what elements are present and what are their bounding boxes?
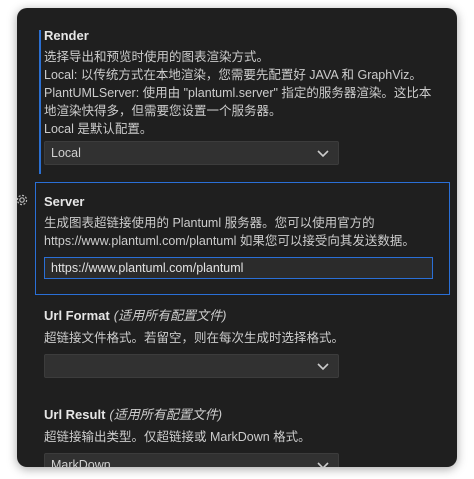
url-result-select[interactable]: MarkDown xyxy=(44,453,339,467)
url-result-select-value: MarkDown xyxy=(51,458,111,467)
url-format-select[interactable] xyxy=(44,354,339,378)
server-description: 生成图表超链接使用的 Plantuml 服务器。您可以使用官方的 https:/… xyxy=(44,216,415,248)
modified-indicator xyxy=(39,30,41,174)
url-format-title: Url Format (适用所有配置文件) xyxy=(44,308,226,324)
server-title: Server xyxy=(44,194,85,209)
render-select-value: Local xyxy=(51,146,81,160)
render-description: 选择导出和预览时使用的图表渲染方式。 Local: 以传统方式在本地渲染，您需要… xyxy=(44,50,432,136)
settings-window: Render 选择导出和预览时使用的图表渲染方式。 Local: 以传统方式在本… xyxy=(17,8,457,467)
url-format-title-text: Url Format xyxy=(44,308,110,323)
render-title: Render xyxy=(44,28,89,43)
url-result-title: Url Result (适用所有配置文件) xyxy=(44,407,222,423)
server-url-value: https://www.plantuml.com/plantuml xyxy=(51,261,244,275)
gear-icon[interactable] xyxy=(17,193,29,207)
url-result-scope: (适用所有配置文件) xyxy=(109,407,223,422)
chevron-down-icon xyxy=(317,363,329,371)
url-result-title-text: Url Result xyxy=(44,407,106,422)
chevron-down-icon xyxy=(317,462,329,467)
url-format-description: 超链接文件格式。若留空，则在每次生成时选择格式。 xyxy=(44,331,345,345)
render-setting: Render 选择导出和预览时使用的图表渲染方式。 Local: 以传统方式在本… xyxy=(17,8,457,178)
chevron-down-icon xyxy=(317,150,329,158)
render-select[interactable]: Local xyxy=(44,141,339,165)
url-format-scope: (适用所有配置文件) xyxy=(113,308,227,323)
server-url-input[interactable]: https://www.plantuml.com/plantuml xyxy=(44,257,433,279)
url-result-description: 超链接输出类型。仅超链接或 MarkDown 格式。 xyxy=(44,430,311,444)
